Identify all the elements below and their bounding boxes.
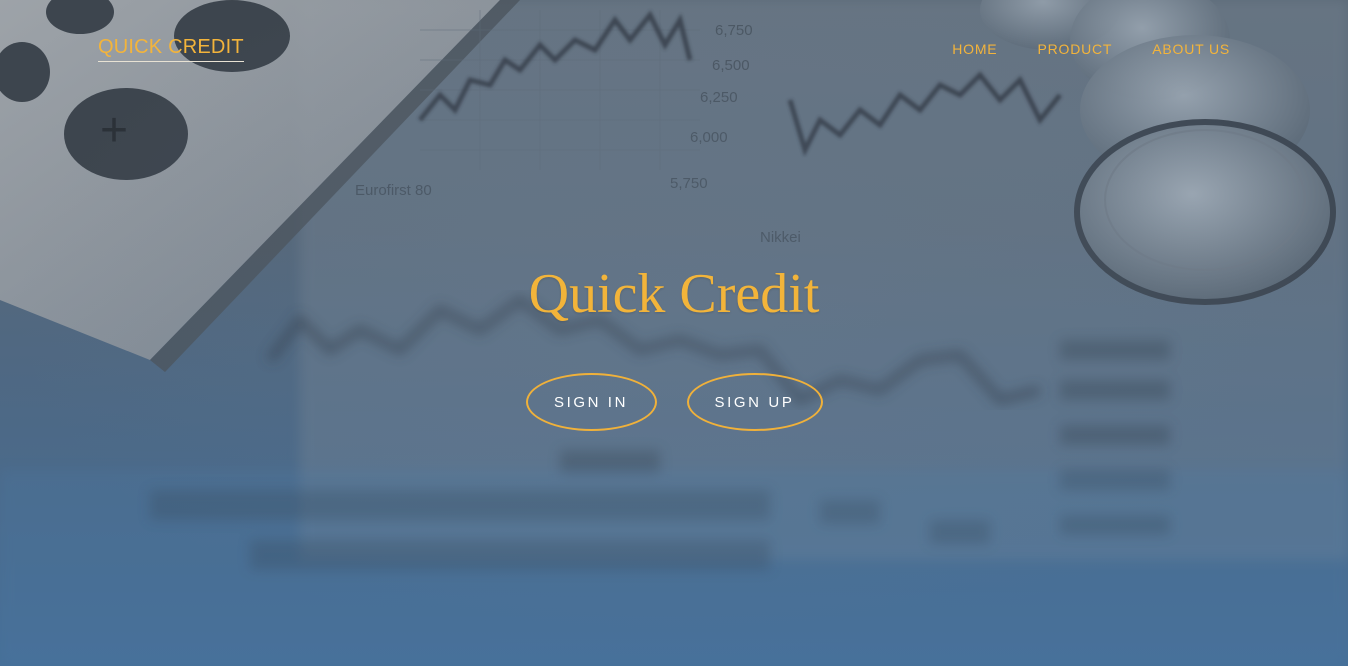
nav-link-product[interactable]: PRODUCT bbox=[1037, 40, 1112, 58]
sign-in-button[interactable]: SIGN IN bbox=[525, 373, 657, 431]
background-overlay bbox=[0, 0, 1348, 666]
nav-link-about-us[interactable]: ABOUT US bbox=[1152, 40, 1230, 58]
sign-up-button[interactable]: SIGN UP bbox=[686, 373, 823, 431]
nav-link-home[interactable]: HOME bbox=[952, 40, 997, 58]
brand-logo-link[interactable]: QUICK CREDIT bbox=[98, 35, 244, 62]
hero-section: + 6,750 6,500 6,250 6,000 5,750 Eurofirs… bbox=[0, 0, 1348, 666]
navbar: QUICK CREDIT HOME PRODUCT ABOUT US bbox=[0, 0, 1348, 96]
page-title: Quick Credit bbox=[528, 263, 820, 325]
auth-actions: SIGN IN SIGN UP bbox=[0, 373, 1348, 431]
nav-links: HOME PRODUCT ABOUT US bbox=[952, 40, 1230, 58]
